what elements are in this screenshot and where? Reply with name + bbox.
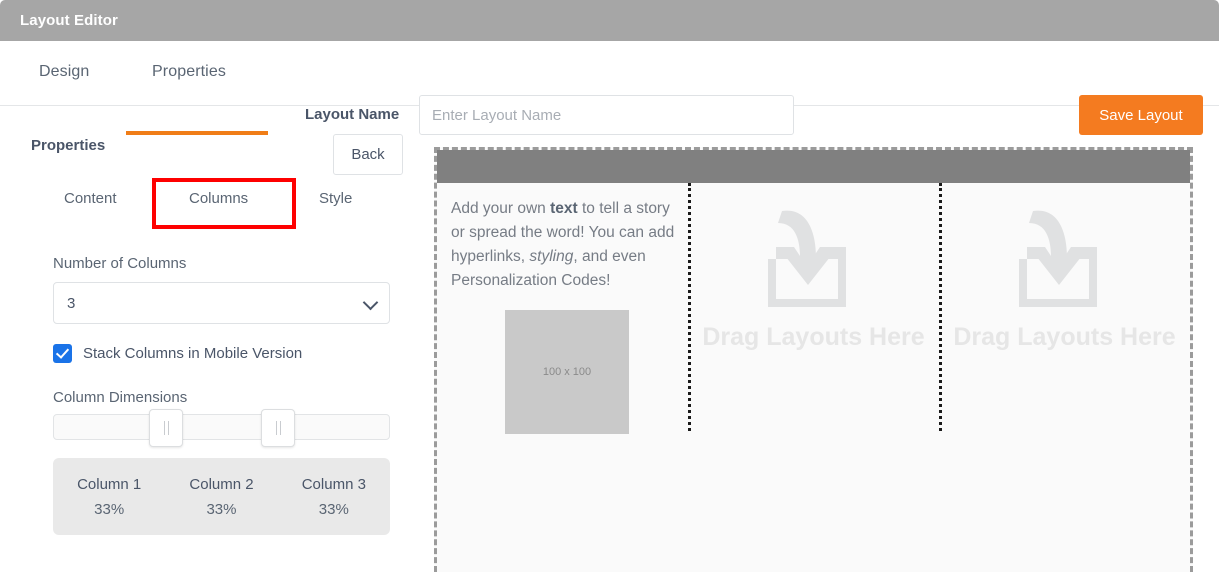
window-title: Layout Editor [0,12,118,29]
image-placeholder-label: 100 x 100 [543,366,591,378]
window-title-bar: Layout Editor [0,0,1219,41]
column-divider-2 [939,183,942,431]
column-name: Column 1 [77,476,141,493]
stack-columns-checkbox[interactable] [53,344,72,363]
column-summary-cell: Column 1 33% [53,458,165,535]
column-summary-cell: Column 3 33% [278,458,390,535]
subtab-columns[interactable]: Columns [189,190,248,207]
number-of-columns-field[interactable]: 3 [53,282,390,324]
back-button[interactable]: Back [333,134,403,175]
tab-properties[interactable]: Properties [152,63,226,81]
column-dimensions-label: Column Dimensions [53,389,187,406]
canvas-columns: Add your own text to tell a story or spr… [437,183,1190,572]
subtab-style[interactable]: Style [319,190,352,207]
text-italic: styling [529,248,573,265]
layout-name-input[interactable] [419,95,794,135]
dropzone-2[interactable]: Drag Layouts Here [939,183,1190,572]
column-percent: 33% [94,501,124,518]
column-percent: 33% [206,501,236,518]
column-name: Column 3 [302,476,366,493]
canvas-column-2[interactable]: Drag Layouts Here [688,183,939,572]
column-percent: 33% [319,501,349,518]
number-of-columns-select[interactable]: 3 [53,282,390,324]
column-name: Column 2 [189,476,253,493]
subtab-content[interactable]: Content [64,190,117,207]
text-bold: text [550,200,578,217]
slider-handle-2[interactable] [261,409,295,447]
properties-subtabs: Content Columns Style [0,190,420,220]
number-of-columns-label: Number of Columns [53,255,186,272]
canvas-column-3[interactable]: Drag Layouts Here [939,183,1190,572]
dropzone-label: Drag Layouts Here [953,323,1175,352]
image-placeholder[interactable]: 100 x 100 [505,310,629,434]
top-navigation: Design Properties Layout Name Save Layou… [0,41,1219,106]
slider-handle-1[interactable] [149,409,183,447]
column-summary-cell: Column 2 33% [165,458,277,535]
text-content-block[interactable]: Add your own text to tell a story or spr… [437,183,688,293]
drop-arrow-icon [750,201,878,317]
canvas-header-block[interactable] [437,150,1190,183]
layout-canvas[interactable]: Add your own text to tell a story or spr… [434,147,1193,572]
dropzone-1[interactable]: Drag Layouts Here [688,183,939,572]
layout-editor-window: Layout Editor Design Properties Layout N… [0,0,1219,572]
stack-columns-row[interactable]: Stack Columns in Mobile Version [53,344,302,363]
dropzone-label: Drag Layouts Here [702,323,924,352]
text-part-1: Add your own [451,200,550,217]
drop-arrow-icon [1001,201,1129,317]
column-divider-1 [688,183,691,431]
active-tab-indicator [126,131,268,135]
save-layout-button[interactable]: Save Layout [1079,95,1203,135]
column-dimensions-slider[interactable] [53,414,390,440]
stack-columns-label: Stack Columns in Mobile Version [83,345,302,362]
column-summary: Column 1 33% Column 2 33% Column 3 33% [53,458,390,535]
layout-name-label: Layout Name [305,106,399,123]
canvas-column-1[interactable]: Add your own text to tell a story or spr… [437,183,688,572]
tab-design[interactable]: Design [39,63,89,81]
properties-panel-title: Properties [31,137,105,154]
